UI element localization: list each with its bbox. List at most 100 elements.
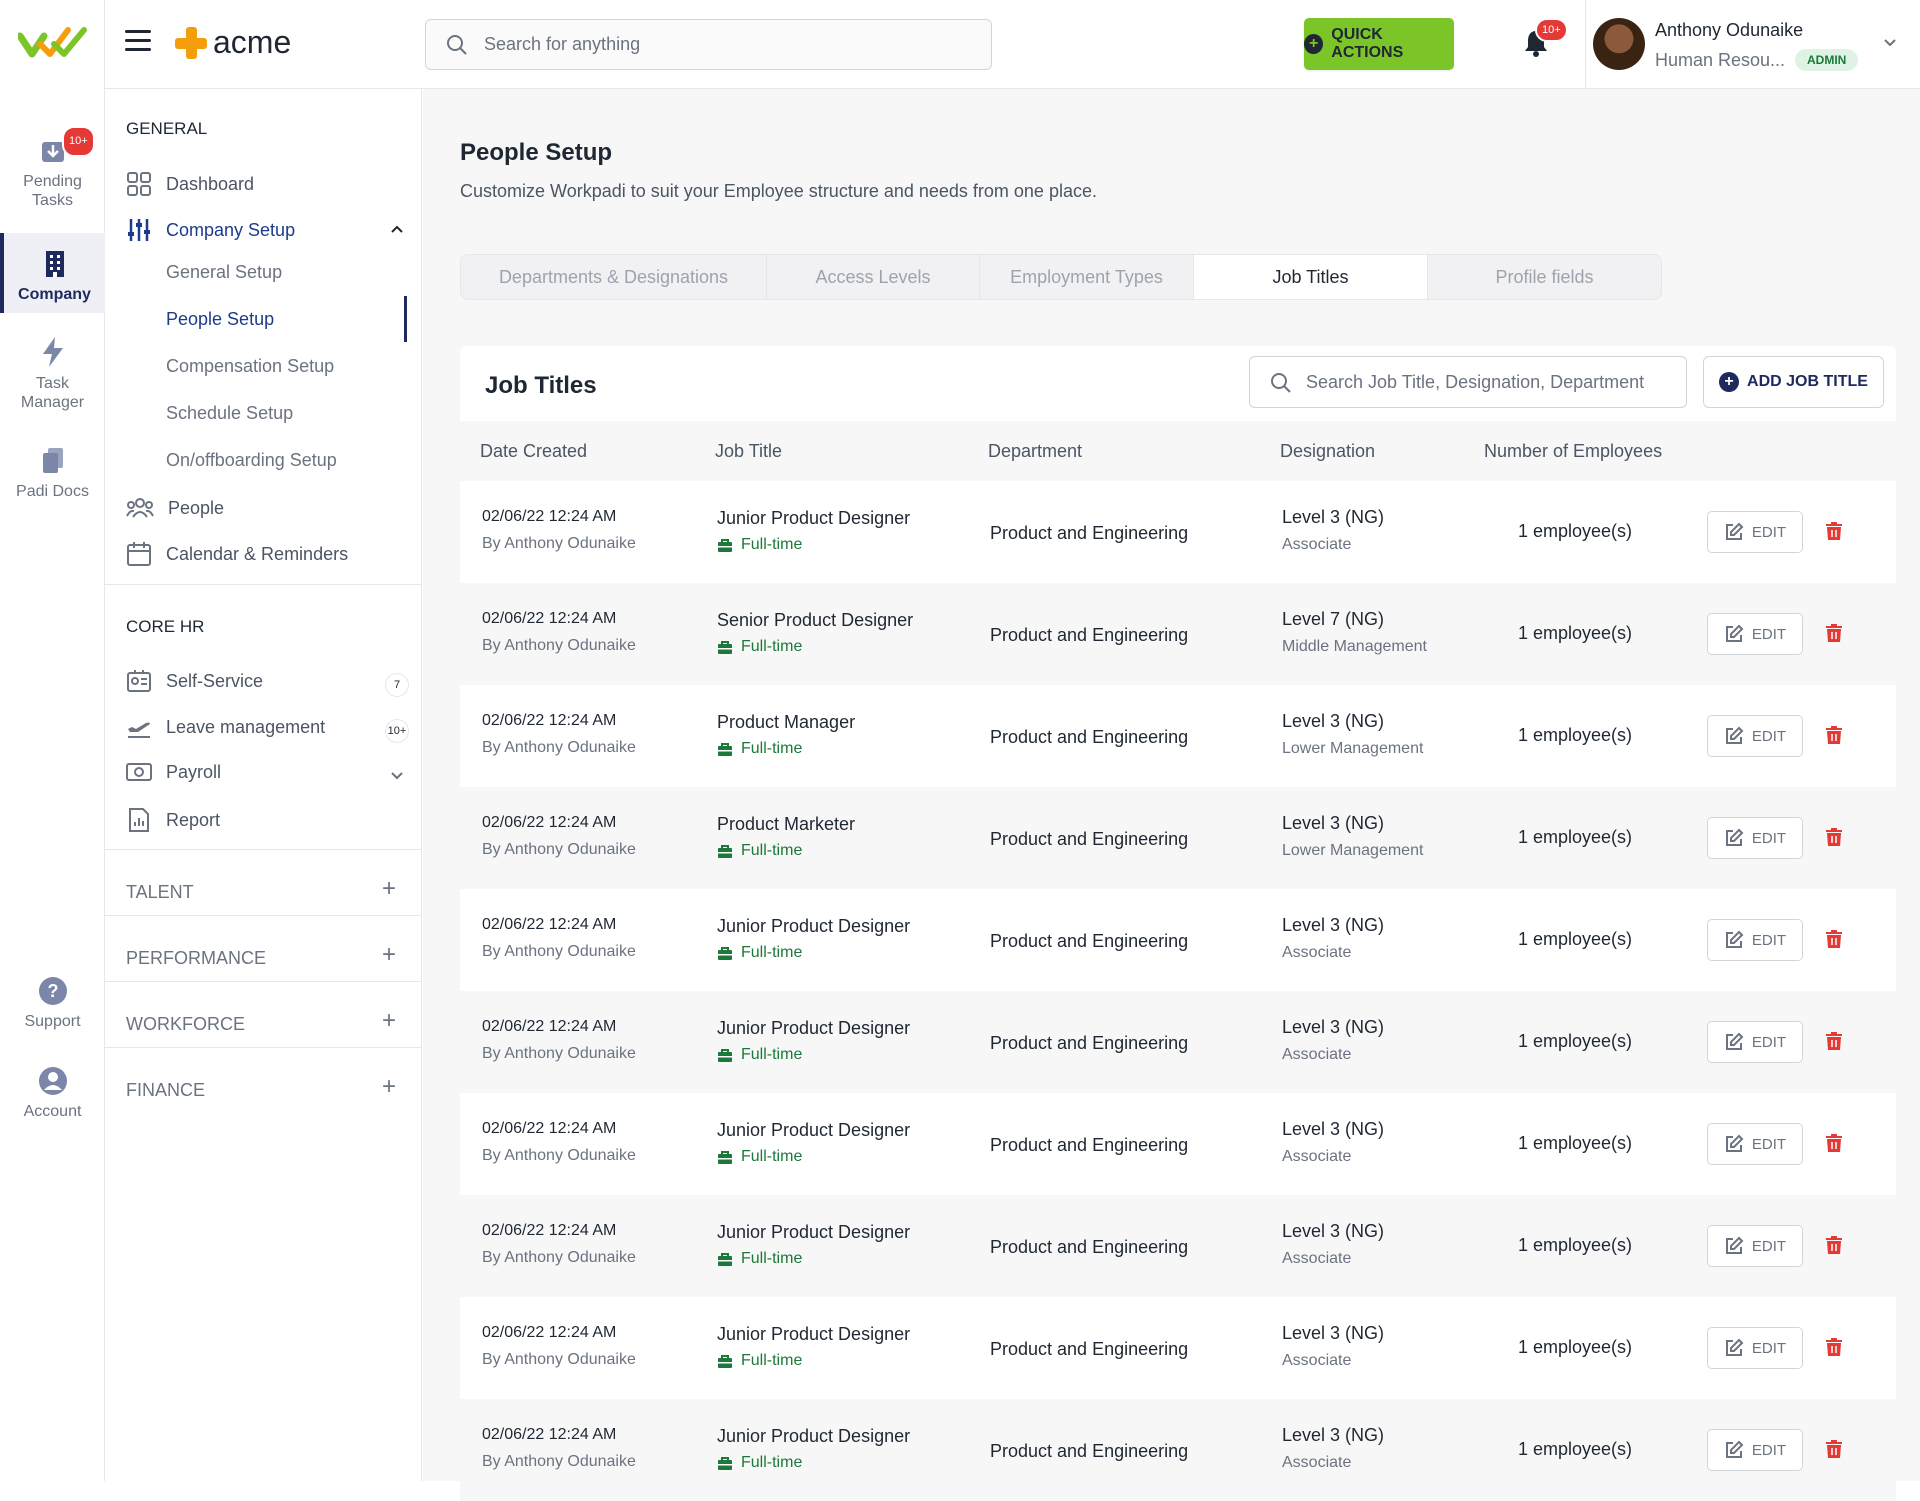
quick-actions-button[interactable]: + QUICK ACTIONS [1304,18,1454,70]
table-row[interactable]: 02/06/22 12:24 AM By Anthony Odunaike Se… [460,583,1896,685]
group-performance[interactable]: PERFORMANCE [126,948,266,969]
tab-access-levels[interactable]: Access Levels [767,255,980,299]
table-row[interactable]: 02/06/22 12:24 AM By Anthony Odunaike Ju… [460,1195,1896,1297]
edit-button[interactable]: EDIT [1707,511,1803,553]
expand-plus-icon[interactable]: + [382,1073,396,1101]
sidebar-item-report[interactable]: Report [126,807,220,833]
tab-departments[interactable]: Departments & Designations [461,255,767,299]
menu-icon[interactable] [125,30,151,52]
header-department[interactable]: Department [988,441,1082,462]
edit-button[interactable]: EDIT [1707,613,1803,655]
rail-account[interactable]: Account [0,1066,105,1121]
table-row[interactable]: 02/06/22 12:24 AM By Anthony Odunaike Ju… [460,481,1896,583]
sidebar-item-company-setup[interactable]: Company Setup [126,217,295,243]
header-date-created[interactable]: Date Created [480,441,587,462]
chevron-up-icon[interactable] [390,224,404,234]
job-title: Junior Product Designer [717,508,911,528]
company-brand[interactable]: acme [175,24,291,61]
sidebar-sub-general-setup[interactable]: General Setup [166,262,282,283]
job-title-search-input[interactable]: Search Job Title, Designation, Departmen… [1249,356,1687,408]
tab-profile-fields[interactable]: Profile fields [1428,255,1661,299]
edit-button[interactable]: EDIT [1707,1123,1803,1165]
date-created: 02/06/22 12:24 AM [482,712,617,729]
edit-button[interactable]: EDIT [1707,919,1803,961]
rail-padi-docs[interactable]: Padi Docs [0,446,105,501]
header-job-title[interactable]: Job Title [715,441,782,462]
divider [105,981,422,982]
report-icon [129,808,149,832]
date-created: 02/06/22 12:24 AM [482,814,617,831]
sidebar-sub-schedule-setup[interactable]: Schedule Setup [166,403,293,424]
header-number-of-employees[interactable]: Number of Employees [1484,441,1662,462]
rail-support[interactable]: ? Support [0,976,105,1031]
sidebar-item-leave-management[interactable]: Leave management [126,715,325,739]
header-designation[interactable]: Designation [1280,441,1375,462]
sidebar-sub-people-setup[interactable]: People Setup [166,309,274,330]
table-row[interactable]: 02/06/22 12:24 AM By Anthony Odunaike Pr… [460,787,1896,889]
employee-count: 1 employee(s) [1518,521,1633,541]
trash-icon[interactable] [1825,1337,1843,1357]
table-row[interactable]: 02/06/22 12:24 AM By Anthony Odunaike Ju… [460,1093,1896,1195]
job-title: Junior Product Designer [717,1324,911,1344]
edit-button[interactable]: EDIT [1707,1327,1803,1369]
trash-icon[interactable] [1825,1439,1843,1459]
job-title: Junior Product Designer [717,916,911,936]
sidebar-item-dashboard[interactable]: Dashboard [126,171,254,197]
rail-pending-tasks[interactable]: 10+ Pending Tasks [0,126,105,210]
chevron-down-icon[interactable] [1883,38,1897,48]
group-workforce[interactable]: WORKFORCE [126,1014,245,1035]
briefcase-icon [718,742,732,756]
trash-icon[interactable] [1825,623,1843,643]
department: Product and Engineering [990,1135,1189,1155]
money-icon [126,763,152,781]
workpadi-logo[interactable] [18,22,88,62]
sidebar-sub-compensation-setup[interactable]: Compensation Setup [166,356,334,377]
add-job-title-button[interactable]: + ADD JOB TITLE [1703,356,1884,408]
trash-icon[interactable] [1825,929,1843,949]
trash-icon[interactable] [1825,1235,1843,1255]
employment-type: Full-time [717,638,802,656]
expand-plus-icon[interactable]: + [382,875,396,903]
group-finance[interactable]: FINANCE [126,1080,205,1101]
tab-job-titles[interactable]: Job Titles [1194,255,1428,299]
table-row[interactable]: 02/06/22 12:24 AM By Anthony Odunaike Ju… [460,1399,1896,1501]
chevron-down-icon[interactable] [390,771,404,781]
sidebar-item-calendar[interactable]: Calendar & Reminders [126,541,348,567]
date-created: 02/06/22 12:24 AM [482,508,617,525]
edit-button[interactable]: EDIT [1707,817,1803,859]
sidebar-item-label: Report [166,809,221,830]
table-row[interactable]: 02/06/22 12:24 AM By Anthony Odunaike Ju… [460,991,1896,1093]
id-card-icon [127,670,151,692]
sidebar-item-people[interactable]: People [126,496,224,520]
trash-icon[interactable] [1825,1031,1843,1051]
tab-employment-types[interactable]: Employment Types [980,255,1194,299]
trash-icon[interactable] [1825,827,1843,847]
page-title: People Setup [460,139,613,166]
sidebar-item-self-service[interactable]: Self-Service [126,669,263,693]
briefcase-icon [718,946,732,960]
group-talent[interactable]: TALENT [126,882,194,903]
edit-button[interactable]: EDIT [1707,1225,1803,1267]
trash-icon[interactable] [1825,521,1843,541]
edit-label: EDIT [1751,931,1787,949]
edit-button[interactable]: EDIT [1707,1021,1803,1063]
global-search-input[interactable]: Search for anything [425,19,992,70]
trash-icon[interactable] [1825,1133,1843,1153]
edit-button[interactable]: EDIT [1707,715,1803,757]
expand-plus-icon[interactable]: + [382,1007,396,1035]
expand-plus-icon[interactable]: + [382,941,396,969]
trash-icon[interactable] [1825,725,1843,745]
table-row[interactable]: 02/06/22 12:24 AM By Anthony Odunaike Pr… [460,685,1896,787]
table-row[interactable]: 02/06/22 12:24 AM By Anthony Odunaike Ju… [460,889,1896,991]
sidebar-sub-onoffboarding-setup[interactable]: On/offboarding Setup [166,450,337,471]
employment-type: Full-time [717,1046,802,1064]
rail-label: Padi Docs [16,483,89,500]
rail-task-manager[interactable]: Task Manager [0,336,105,412]
edit-button[interactable]: EDIT [1707,1429,1803,1471]
rail-company[interactable]: Company [0,233,105,313]
briefcase-icon [718,1456,732,1470]
count-badge: 7 [385,673,409,697]
table-row[interactable]: 02/06/22 12:24 AM By Anthony Odunaike Ju… [460,1297,1896,1399]
avatar[interactable] [1593,18,1645,70]
sidebar-item-payroll[interactable]: Payroll [126,761,221,783]
